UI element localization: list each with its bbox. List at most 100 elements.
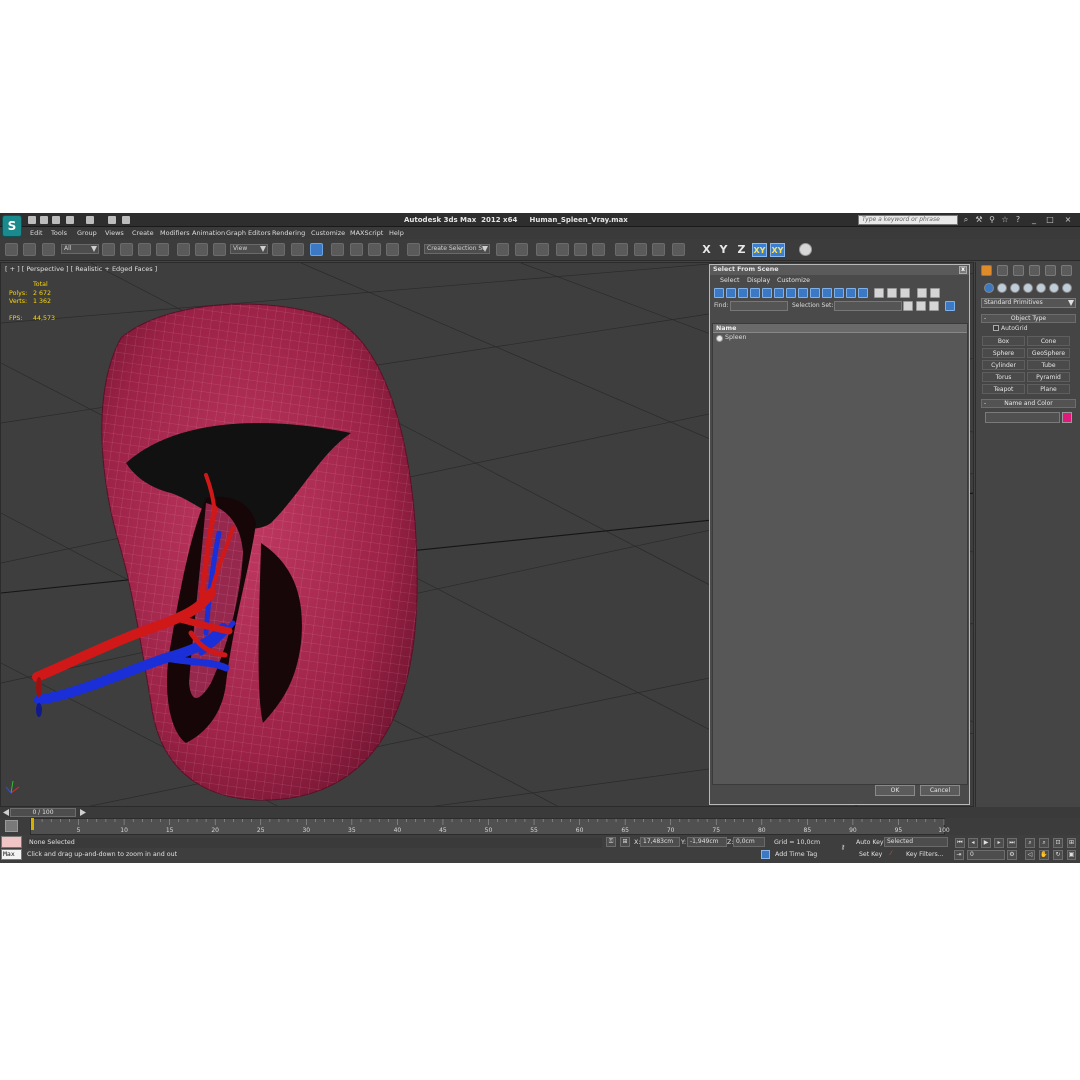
current-frame-marker[interactable]	[31, 818, 34, 830]
menu-group[interactable]: Group	[77, 229, 97, 237]
motion-tab-icon[interactable]	[1029, 265, 1040, 276]
select-by-name-icon[interactable]	[120, 243, 133, 256]
display-hidden-icon[interactable]	[846, 288, 856, 298]
geosphere-button[interactable]: GeoSphere	[1027, 348, 1070, 358]
scale-icon[interactable]	[213, 243, 226, 256]
select-object-icon[interactable]	[102, 243, 115, 256]
name-column-header[interactable]: Name	[713, 324, 967, 333]
cameras-category-icon[interactable]	[1023, 283, 1033, 293]
search-icon[interactable]: ⌕	[962, 216, 970, 224]
object-color-swatch[interactable]	[1062, 412, 1072, 423]
selection-filter-dropdown[interactable]: All	[61, 244, 99, 254]
cylinder-button[interactable]: Cylinder	[982, 360, 1025, 370]
display-tab-icon[interactable]	[1045, 265, 1056, 276]
rect-selection-icon[interactable]	[138, 243, 151, 256]
dialog-close-button[interactable]: x	[959, 266, 967, 274]
minimize-icon[interactable]: _	[1030, 216, 1038, 224]
axis-z-button[interactable]: Z	[734, 243, 749, 257]
menu-customize[interactable]: Customize	[311, 229, 345, 237]
cone-button[interactable]: Cone	[1027, 336, 1070, 346]
menu-graph-editors[interactable]: Graph Editors	[226, 229, 271, 237]
new-file-icon[interactable]	[28, 216, 36, 224]
menu-edit[interactable]: Edit	[30, 229, 43, 237]
pyramid-button[interactable]: Pyramid	[1027, 372, 1070, 382]
systems-category-icon[interactable]	[1062, 283, 1072, 293]
selection-set-chevron-icon[interactable]	[903, 301, 913, 311]
schematic-view-icon[interactable]	[592, 243, 605, 256]
play-icon[interactable]: ▶	[981, 838, 991, 848]
go-to-start-icon[interactable]: ⏮	[955, 838, 965, 848]
x-coordinate-field[interactable]: 17,483cm	[640, 837, 680, 847]
pan-view-icon[interactable]: ✋	[1039, 850, 1049, 860]
display-containers-icon[interactable]	[822, 288, 832, 298]
next-frame-icon[interactable]	[80, 809, 86, 816]
object-type-rollout[interactable]: - Object Type	[981, 314, 1076, 323]
display-lights-icon[interactable]	[738, 288, 748, 298]
close-icon[interactable]: ×	[1064, 216, 1072, 224]
primitive-category-dropdown[interactable]: Standard Primitives	[981, 298, 1076, 308]
keyword-search-input[interactable]: Type a keyword or phrase	[858, 215, 958, 225]
scene-object-list[interactable]: Name Spleen	[712, 323, 968, 785]
workspace-icon[interactable]	[122, 216, 130, 224]
geometry-category-icon[interactable]	[984, 283, 994, 293]
unlink-icon[interactable]	[23, 243, 36, 256]
layer-manager-icon[interactable]	[536, 243, 549, 256]
select-manipulate-icon[interactable]	[291, 243, 304, 256]
go-to-end-icon[interactable]: ⏭	[1007, 838, 1017, 848]
key-filters-button[interactable]: Key Filters...	[906, 850, 944, 861]
name-and-color-rollout[interactable]: - Name and Color	[981, 399, 1076, 408]
list-item[interactable]: Spleen	[713, 333, 967, 343]
display-shapes-icon[interactable]	[726, 288, 736, 298]
filter-icon[interactable]	[917, 288, 927, 298]
display-space-warps-icon[interactable]	[774, 288, 784, 298]
axis-x-button[interactable]: X	[699, 243, 714, 257]
communication-icon[interactable]: ⚲	[988, 216, 996, 224]
subscription-icon[interactable]: ⚒	[975, 216, 983, 224]
ok-button[interactable]: OK	[875, 785, 915, 796]
help-icon[interactable]: ?	[1014, 216, 1022, 224]
zoom-extents-icon[interactable]: ⊡	[1053, 838, 1063, 848]
select-none-icon[interactable]	[887, 288, 897, 298]
auto-key-button[interactable]: Auto Key	[856, 838, 884, 849]
spinner-snap-icon[interactable]	[386, 243, 399, 256]
create-tab-icon[interactable]	[981, 265, 992, 276]
orbit-icon[interactable]: ↻	[1053, 850, 1063, 860]
lock-selection-icon[interactable]: ⚿	[606, 837, 616, 847]
maximize-viewport-icon[interactable]: ▣	[1067, 850, 1076, 860]
find-input[interactable]	[730, 301, 788, 311]
torus-button[interactable]: Torus	[982, 372, 1025, 382]
menu-views[interactable]: Views	[105, 229, 124, 237]
material-editor-icon[interactable]	[615, 243, 628, 256]
display-cameras-icon[interactable]	[750, 288, 760, 298]
bind-space-warp-icon[interactable]	[42, 243, 55, 256]
project-folder-icon[interactable]	[108, 216, 116, 224]
sync-selection-icon[interactable]	[945, 301, 955, 311]
display-all-icon[interactable]	[858, 288, 868, 298]
window-crossing-icon[interactable]	[156, 243, 169, 256]
key-mode-toggle-icon[interactable]: ⇥	[954, 850, 964, 860]
track-ruler[interactable]: 5 10 15 20 25 30 35 40 45 50 55 60 65 70 75 80 85 90 95 100	[30, 818, 950, 835]
menu-tools[interactable]: Tools	[51, 229, 67, 237]
snaps-toggle-icon[interactable]	[331, 243, 344, 256]
align-icon[interactable]	[515, 243, 528, 256]
percent-snap-icon[interactable]	[368, 243, 381, 256]
maxscript-input[interactable]: Max	[1, 849, 22, 860]
previous-key-icon[interactable]: ◂	[968, 838, 978, 848]
curve-editor-icon[interactable]	[574, 243, 587, 256]
render-production-icon[interactable]	[672, 243, 685, 256]
axis-y-button[interactable]: Y	[716, 243, 731, 257]
vray-icon[interactable]	[799, 243, 812, 256]
keyboard-shortcut-override-icon[interactable]	[310, 243, 323, 256]
current-frame-input[interactable]: 0	[967, 850, 1005, 860]
field-of-view-icon[interactable]: ◁	[1025, 850, 1035, 860]
axis-xy-button[interactable]: XY	[752, 243, 767, 257]
display-frozen-icon[interactable]	[834, 288, 844, 298]
dialog-menu-select[interactable]: Select	[720, 277, 739, 284]
filter-options-icon[interactable]	[930, 288, 940, 298]
select-dependents-icon[interactable]	[929, 301, 939, 311]
previous-frame-icon[interactable]	[3, 809, 9, 816]
cancel-button[interactable]: Cancel	[920, 785, 960, 796]
key-selection-dropdown[interactable]: Selected	[884, 837, 948, 847]
shapes-category-icon[interactable]	[997, 283, 1007, 293]
edit-named-selection-icon[interactable]	[407, 243, 420, 256]
